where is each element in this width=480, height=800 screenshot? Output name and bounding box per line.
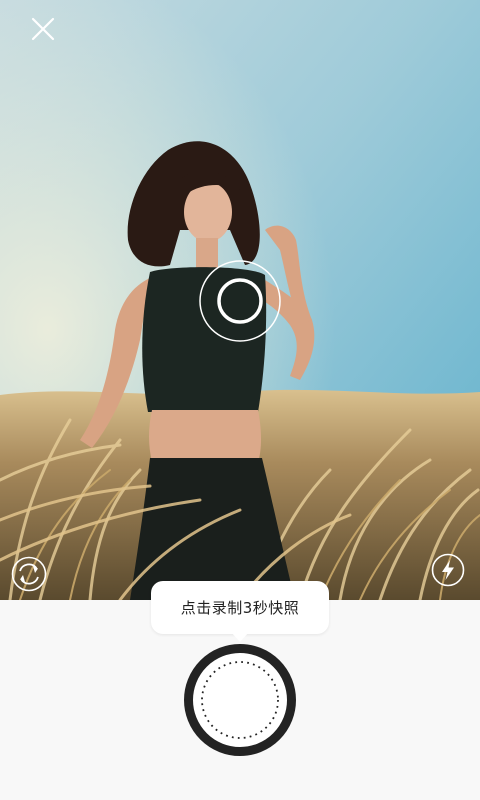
focus-indicator <box>198 259 282 343</box>
focus-ring-icon <box>199 260 281 342</box>
close-button[interactable] <box>28 14 58 44</box>
close-icon <box>31 17 55 41</box>
capture-hint-tooltip: 点击录制3秒快照 <box>151 581 329 634</box>
shutter-button[interactable] <box>183 643 297 757</box>
flash-icon <box>431 553 465 587</box>
tooltip-arrow <box>231 632 249 642</box>
camera-screen: 点击录制3秒快照 <box>0 0 480 800</box>
switch-camera-button[interactable] <box>11 556 47 592</box>
flash-button[interactable] <box>431 553 465 587</box>
camera-preview[interactable] <box>0 0 480 600</box>
shutter-icon <box>184 644 296 756</box>
capture-hint-text: 点击录制3秒快照 <box>180 599 300 617</box>
switch-camera-icon <box>11 556 47 592</box>
